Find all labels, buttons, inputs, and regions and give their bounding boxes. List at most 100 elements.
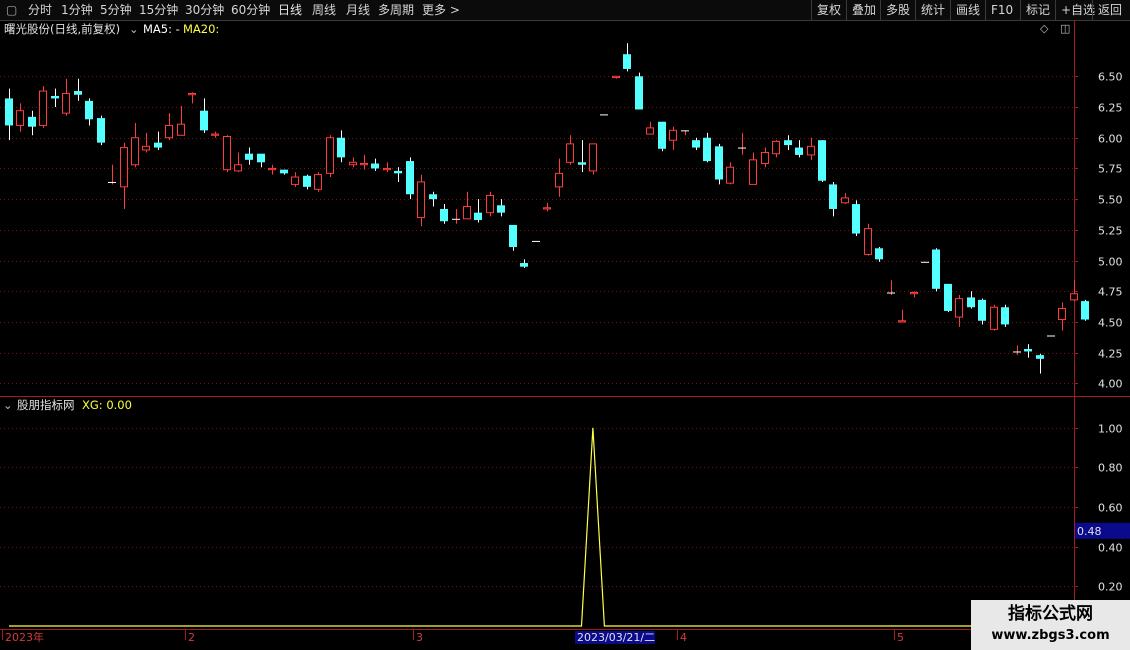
- candle-body: [635, 76, 643, 110]
- watermark-url: www.zbgs3.com: [991, 628, 1110, 643]
- candle-body: [749, 159, 757, 185]
- price-tick-label: 4.75: [1098, 286, 1123, 299]
- candle-body: [932, 249, 940, 289]
- candle-body: [589, 143, 597, 172]
- candle-body: [1024, 349, 1032, 352]
- candle-body: [829, 184, 837, 209]
- candle-body: [51, 95, 59, 99]
- candle-body: [1036, 355, 1044, 359]
- candle-body: [669, 129, 677, 141]
- candle-body: [841, 197, 849, 204]
- candle-body: [509, 224, 517, 248]
- candle-body: [280, 169, 288, 174]
- candle-body: [440, 208, 448, 222]
- candle-body: [967, 297, 975, 308]
- time-label: 4: [680, 631, 687, 644]
- time-label: 2023年: [5, 630, 44, 644]
- candle-body: [211, 133, 219, 136]
- candle-body: [990, 306, 998, 330]
- candle-body: [154, 142, 162, 148]
- watermark: 指标公式网 www.zbgs3.com: [971, 600, 1130, 650]
- price-tick-label: 5.75: [1098, 163, 1123, 176]
- candle-body: [715, 146, 723, 180]
- candle-body: [268, 167, 276, 171]
- price-tick-label: 6.25: [1098, 102, 1123, 115]
- candle-body: [898, 320, 906, 323]
- candle-body: [703, 137, 711, 162]
- time-label: 3: [416, 631, 423, 644]
- kline-chart[interactable]: 4.00 4.25 4.50 4.75 5.00 5.25 5.50 5.75 6.00 6.25…: [0, 0, 1130, 650]
- candle-body: [200, 110, 208, 131]
- price-tick-label: 6.50: [1098, 71, 1123, 84]
- candle-body: [1081, 301, 1089, 320]
- candle-body: [1001, 307, 1009, 325]
- price-tick-label: 6.00: [1098, 133, 1123, 146]
- candle-body: [497, 205, 505, 213]
- candle-body: [223, 135, 231, 171]
- candle-body: [978, 299, 986, 321]
- candle-body: [646, 127, 654, 135]
- candle-body: [692, 140, 700, 148]
- candle-body: [818, 140, 826, 181]
- time-label: 5: [897, 631, 904, 644]
- candle-body: [97, 118, 105, 143]
- candle-body: [784, 140, 792, 146]
- candle-body: [520, 263, 528, 267]
- candle-body: [177, 123, 185, 136]
- candle-body: [85, 100, 93, 120]
- time-label: 2: [188, 631, 195, 644]
- candle-body: [142, 145, 150, 151]
- candle-body: [578, 162, 586, 165]
- candle-body: [291, 176, 299, 185]
- candle-body: [314, 174, 322, 190]
- price-tick-label: 4.25: [1098, 348, 1123, 361]
- candle-body: [16, 110, 24, 126]
- candle-body: [245, 153, 253, 160]
- indicator-tick-label: 0.60: [1098, 502, 1123, 515]
- candle-body: [188, 93, 196, 96]
- candle-body: [910, 292, 918, 295]
- indicator-tick-label: 0.80: [1098, 462, 1123, 475]
- candle-body: [62, 93, 70, 114]
- candle-body: [463, 206, 471, 220]
- candle-body: [257, 153, 265, 163]
- candle-body: [543, 207, 551, 210]
- candle-body: [406, 161, 414, 195]
- value-tag-text: 0.48: [1077, 525, 1102, 538]
- candle-body: [5, 98, 13, 126]
- candle-body: [337, 137, 345, 158]
- candle-body: [417, 181, 425, 219]
- candle-body: [761, 151, 769, 165]
- candle-body: [394, 170, 402, 174]
- candle-body: [326, 137, 334, 174]
- candle-body: [726, 166, 734, 184]
- candle-body: [349, 161, 357, 166]
- cursor-date-text: 2023/03/21/二: [577, 631, 655, 644]
- candle-body: [371, 163, 379, 169]
- price-tick-label: 5.00: [1098, 256, 1123, 269]
- indicator-tick-label: 0.20: [1098, 581, 1123, 594]
- candle-body: [360, 163, 368, 166]
- candle-body: [944, 283, 952, 311]
- candle-body: [875, 248, 883, 260]
- candle-body: [795, 147, 803, 155]
- candle-body: [383, 167, 391, 171]
- indicator-line-xg: [9, 427, 1097, 627]
- candle-body: [623, 54, 631, 69]
- candle-body: [566, 143, 574, 163]
- candle-body: [131, 137, 139, 166]
- candle-body: [1058, 307, 1066, 321]
- candle-body: [486, 194, 494, 214]
- candle-body: [852, 204, 860, 234]
- price-tick-label: 4.00: [1098, 378, 1123, 391]
- candle-body: [612, 75, 620, 79]
- candle-body: [1070, 293, 1078, 301]
- indicator-tick-label: 0.40: [1098, 542, 1123, 555]
- candle-body: [39, 90, 47, 126]
- price-tick-label: 5.50: [1098, 194, 1123, 207]
- candle-body: [555, 172, 563, 188]
- candle-body: [772, 140, 780, 155]
- price-tick-label: 4.50: [1098, 317, 1123, 330]
- indicator-tick-label: 1.00: [1098, 423, 1123, 436]
- candle-body: [74, 91, 82, 95]
